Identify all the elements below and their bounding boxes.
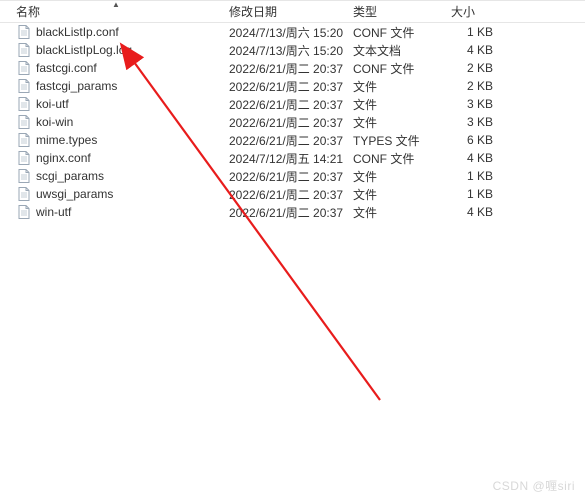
file-icon: [16, 204, 32, 220]
file-type-cell: 文件: [353, 96, 451, 113]
file-icon: [16, 114, 32, 130]
watermark: CSDN @喱siri: [493, 477, 575, 494]
file-name-cell: nginx.conf: [4, 150, 229, 166]
file-size-cell: 1 KB: [451, 25, 523, 39]
file-type-cell: 文件: [353, 168, 451, 185]
file-row[interactable]: koi-utf 2022/6/21/周二 20:37文件3 KB: [0, 95, 585, 113]
file-size-cell: 1 KB: [451, 187, 523, 201]
file-row[interactable]: mime.types 2022/6/21/周二 20:37TYPES 文件6 KB: [0, 131, 585, 149]
file-type-cell: TYPES 文件: [353, 132, 451, 149]
file-date-cell: 2022/6/21/周二 20:37: [229, 132, 353, 149]
file-size-cell: 2 KB: [451, 79, 523, 93]
file-row[interactable]: uwsgi_params 2022/6/21/周二 20:37文件1 KB: [0, 185, 585, 203]
file-type-cell: 文件: [353, 78, 451, 95]
file-name-cell: fastcgi_params: [4, 78, 229, 94]
file-row[interactable]: blackListIpLog.log 2024/7/13/周六 15:20文本文档…: [0, 41, 585, 59]
file-size-cell: 3 KB: [451, 115, 523, 129]
file-size-cell: 4 KB: [451, 205, 523, 219]
file-type-cell: CONF 文件: [353, 60, 451, 77]
file-name-label: win-utf: [36, 205, 71, 219]
file-name-cell: mime.types: [4, 132, 229, 148]
file-name-label: koi-utf: [36, 97, 69, 111]
file-list: ▲ 名称 修改日期 类型 大小 blackListIp.conf 2024/7/1…: [0, 0, 585, 221]
column-header-type-label: 类型: [353, 3, 377, 20]
file-type-cell: 文件: [353, 204, 451, 221]
file-date-cell: 2024/7/12/周五 14:21: [229, 150, 353, 167]
file-size-cell: 2 KB: [451, 61, 523, 75]
file-date-cell: 2022/6/21/周二 20:37: [229, 186, 353, 203]
file-row[interactable]: fastcgi.conf 2022/6/21/周二 20:37CONF 文件2 K…: [0, 59, 585, 77]
sort-ascending-icon: ▲: [112, 0, 120, 9]
file-date-cell: 2022/6/21/周二 20:37: [229, 60, 353, 77]
column-header-size-label: 大小: [451, 3, 475, 20]
file-size-cell: 1 KB: [451, 169, 523, 183]
file-size-cell: 6 KB: [451, 133, 523, 147]
file-icon: [16, 42, 32, 58]
column-header-name[interactable]: ▲ 名称: [4, 1, 229, 22]
file-date-cell: 2024/7/13/周六 15:20: [229, 42, 353, 59]
file-date-cell: 2022/6/21/周二 20:37: [229, 114, 353, 131]
file-name-label: nginx.conf: [36, 151, 91, 165]
file-name-cell: scgi_params: [4, 168, 229, 184]
file-icon: [16, 96, 32, 112]
file-date-cell: 2024/7/13/周六 15:20: [229, 24, 353, 41]
file-row[interactable]: blackListIp.conf 2024/7/13/周六 15:20CONF 文…: [0, 23, 585, 41]
column-header-type[interactable]: 类型: [353, 1, 451, 22]
column-header-size[interactable]: 大小: [451, 1, 523, 22]
file-icon: [16, 78, 32, 94]
file-name-label: mime.types: [36, 133, 97, 147]
file-icon: [16, 132, 32, 148]
file-row[interactable]: fastcgi_params 2022/6/21/周二 20:37文件2 KB: [0, 77, 585, 95]
column-header-date[interactable]: 修改日期: [229, 1, 353, 22]
file-name-label: fastcgi_params: [36, 79, 117, 93]
file-name-cell: blackListIp.conf: [4, 24, 229, 40]
file-type-cell: 文件: [353, 186, 451, 203]
file-name-label: blackListIpLog.log: [36, 43, 132, 57]
file-name-label: uwsgi_params: [36, 187, 113, 201]
file-row[interactable]: koi-win 2022/6/21/周二 20:37文件3 KB: [0, 113, 585, 131]
file-type-cell: CONF 文件: [353, 24, 451, 41]
file-row[interactable]: scgi_params 2022/6/21/周二 20:37文件1 KB: [0, 167, 585, 185]
file-date-cell: 2022/6/21/周二 20:37: [229, 204, 353, 221]
file-name-cell: win-utf: [4, 204, 229, 220]
file-icon: [16, 24, 32, 40]
file-name-label: scgi_params: [36, 169, 104, 183]
file-row[interactable]: nginx.conf 2024/7/12/周五 14:21CONF 文件4 KB: [0, 149, 585, 167]
file-name-cell: fastcgi.conf: [4, 60, 229, 76]
column-header-date-label: 修改日期: [229, 3, 277, 20]
file-row[interactable]: win-utf 2022/6/21/周二 20:37文件4 KB: [0, 203, 585, 221]
file-name-label: koi-win: [36, 115, 73, 129]
file-icon: [16, 186, 32, 202]
file-icon: [16, 150, 32, 166]
file-size-cell: 4 KB: [451, 43, 523, 57]
file-type-cell: 文件: [353, 114, 451, 131]
file-icon: [16, 168, 32, 184]
file-name-label: blackListIp.conf: [36, 25, 119, 39]
file-date-cell: 2022/6/21/周二 20:37: [229, 168, 353, 185]
column-header-row: ▲ 名称 修改日期 类型 大小: [0, 1, 585, 23]
file-size-cell: 3 KB: [451, 97, 523, 111]
column-header-name-label: 名称: [16, 3, 40, 20]
file-size-cell: 4 KB: [451, 151, 523, 165]
file-name-cell: koi-win: [4, 114, 229, 130]
file-name-cell: blackListIpLog.log: [4, 42, 229, 58]
file-name-cell: koi-utf: [4, 96, 229, 112]
file-type-cell: 文本文档: [353, 42, 451, 59]
file-date-cell: 2022/6/21/周二 20:37: [229, 78, 353, 95]
file-icon: [16, 60, 32, 76]
file-rows-container: blackListIp.conf2024/7/13/周六 15:20CONF 文…: [0, 23, 585, 221]
file-name-label: fastcgi.conf: [36, 61, 97, 75]
file-date-cell: 2022/6/21/周二 20:37: [229, 96, 353, 113]
file-name-cell: uwsgi_params: [4, 186, 229, 202]
file-type-cell: CONF 文件: [353, 150, 451, 167]
